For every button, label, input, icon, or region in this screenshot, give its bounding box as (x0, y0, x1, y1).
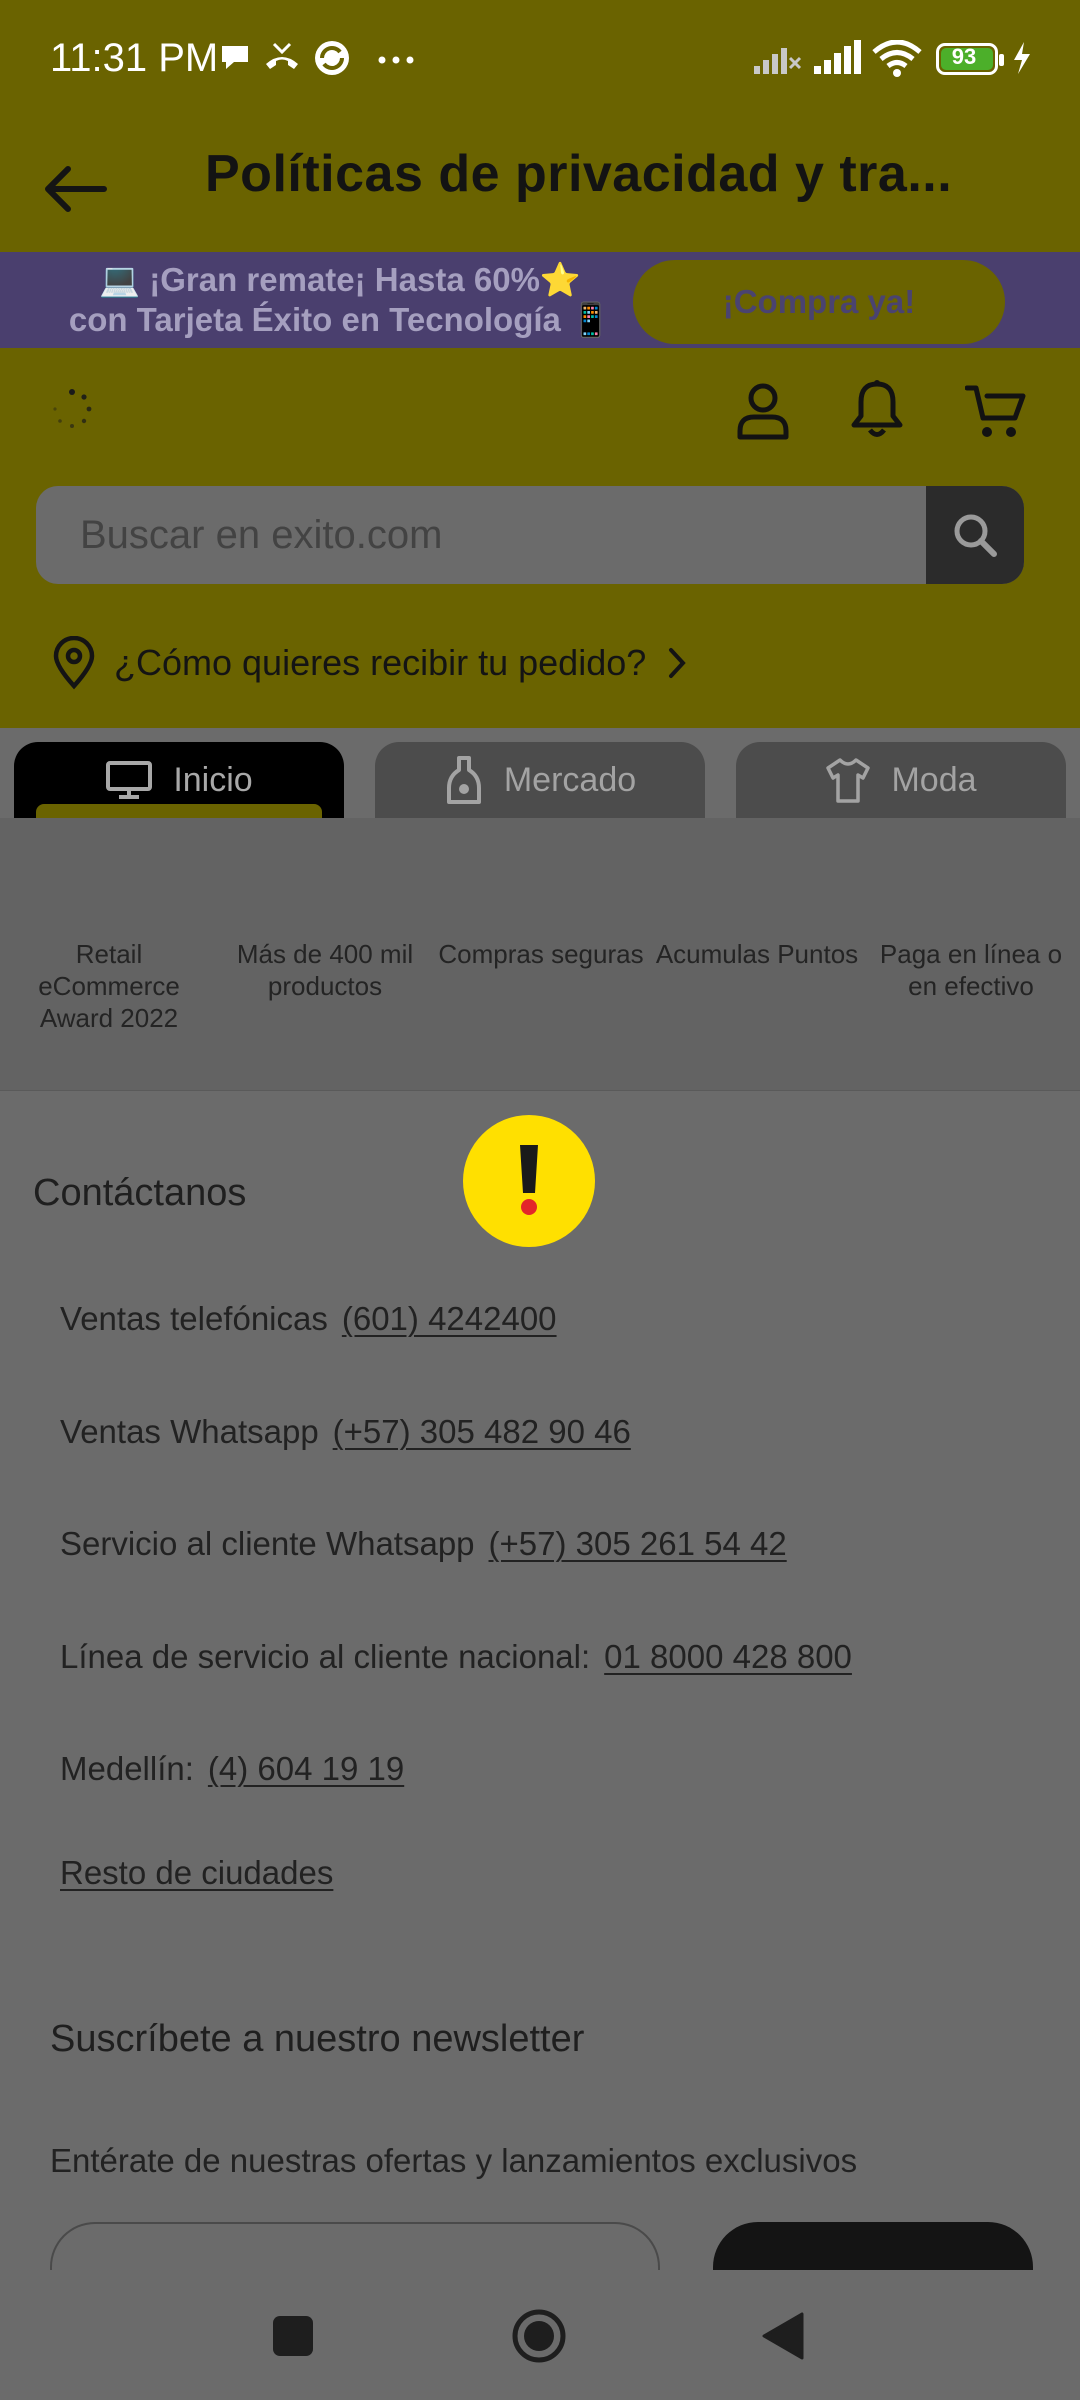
feature-award: Retail eCommerce Award 2022 (38, 939, 180, 1033)
no-signal-icon (754, 48, 802, 74)
contact-label: Servicio al cliente Whatsapp (60, 1525, 475, 1562)
feature-points: Acumulas Puntos (655, 939, 859, 969)
delivery-prompt: ¿Cómo quieres recibir tu pedido? (114, 642, 647, 683)
contact-title: Contáctanos (33, 1172, 247, 1214)
national-line-link[interactable]: 01 8000 428 800 (604, 1638, 852, 1675)
search-button[interactable] (926, 486, 1024, 584)
promo-line-2: con Tarjeta Éxito en Tecnología 📱 (68, 301, 612, 338)
contact-row-phone-sales: Ventas telefónicas (601) 4242400 (60, 1300, 557, 1338)
more-dots-icon (378, 56, 414, 64)
recents-square-icon[interactable] (272, 2315, 314, 2357)
contact-row-whatsapp-sales: Ventas Whatsapp (+57) 305 482 90 46 (60, 1413, 631, 1451)
features-strip: Retail eCommerce Award 2022 Más de 400 m… (0, 818, 1080, 1091)
contact-label: Ventas Whatsapp (60, 1413, 319, 1450)
user-icon[interactable] (735, 381, 791, 441)
rest-of-cities-row: Resto de ciudades (60, 1854, 333, 1892)
cart-icon[interactable] (965, 384, 1027, 440)
location-pin-icon (53, 636, 95, 690)
home-circle-icon[interactable] (511, 2308, 567, 2364)
contact-label: Medellín: (60, 1750, 194, 1787)
promo-banner[interactable]: 💻 ¡Gran remate¡ Hasta 60%⭐ con Tarjeta É… (0, 252, 1080, 348)
monitor-icon (106, 761, 153, 799)
loading-spinner-icon (53, 389, 92, 428)
contact-label: Ventas telefónicas (60, 1300, 328, 1337)
battery-icon: 93 (936, 43, 1004, 75)
medellin-phone-link[interactable]: (4) 604 19 19 (208, 1750, 404, 1787)
bottle-icon (446, 756, 481, 804)
tab-inicio[interactable]: Inicio (14, 742, 344, 818)
whatsapp-sales-link[interactable]: (+57) 305 482 90 46 (333, 1413, 631, 1450)
delivery-selector[interactable]: ¿Cómo quieres recibir tu pedido? (52, 633, 690, 693)
contact-row-national-line: Línea de servicio al cliente nacional: 01… (60, 1638, 852, 1676)
status-bar: 11:31 PM 93 (0, 0, 1080, 124)
promo-text: 💻 ¡Gran remate¡ Hasta 60%⭐ con Tarjeta É… (60, 260, 620, 340)
battery-level: 93 (951, 44, 977, 69)
search-input[interactable] (36, 486, 924, 584)
charging-icon (1014, 42, 1030, 74)
app-bar: Políticas de privacidad y tra... (0, 124, 1080, 252)
feature-products: Más de 400 mil productos (236, 939, 414, 1001)
arrow-left-icon[interactable] (40, 164, 110, 214)
category-tabs: Inicio Mercado Moda (0, 728, 1080, 818)
sync-app-icon (315, 41, 349, 75)
whatsapp-service-link[interactable]: (+57) 305 261 54 42 (489, 1525, 787, 1562)
back-triangle-icon[interactable] (762, 2312, 806, 2360)
contact-label: Línea de servicio al cliente nacional: (60, 1638, 591, 1675)
wifi-icon (872, 40, 922, 77)
feature-payment: Paga en línea o en efectivo (879, 939, 1063, 1001)
page-title: Políticas de privacidad y tra... (205, 145, 953, 203)
phone-link[interactable]: (601) 4242400 (342, 1300, 557, 1337)
missed-call-icon (266, 42, 298, 69)
chat-bubble-icon (222, 46, 248, 69)
bell-icon[interactable] (848, 378, 906, 442)
store-header: ¿Cómo quieres recibir tu pedido? (0, 348, 1080, 728)
status-time: 11:31 PM (50, 36, 219, 80)
search-icon (954, 514, 997, 557)
active-tab-indicator (36, 804, 322, 818)
newsletter-subtitle: Entérate de nuestras ofertas y lanzamien… (50, 2142, 858, 2179)
tab-moda[interactable]: Moda (736, 742, 1066, 818)
buy-now-button[interactable]: ¡Compra ya! (633, 260, 1005, 344)
search-bar (36, 486, 1024, 584)
chevron-right-icon (669, 648, 686, 678)
tab-label: Mercado (503, 760, 637, 799)
rest-of-cities-link[interactable]: Resto de ciudades (60, 1854, 333, 1891)
feature-secure: Compras seguras (438, 939, 644, 969)
contact-row-medellin: Medellín: (4) 604 19 19 (60, 1750, 404, 1788)
tab-label: Moda (891, 760, 977, 799)
warning-icon (463, 1115, 595, 1247)
shirt-icon (826, 758, 871, 803)
contact-row-whatsapp-service: Servicio al cliente Whatsapp (+57) 305 26… (60, 1525, 787, 1563)
newsletter-title: Suscríbete a nuestro newsletter (50, 2018, 585, 2060)
system-nav-bar (0, 2270, 1080, 2400)
tab-label: Inicio (173, 760, 253, 799)
tab-mercado[interactable]: Mercado (375, 742, 705, 818)
signal-icon (814, 40, 861, 74)
promo-line-1: 💻 ¡Gran remate¡ Hasta 60%⭐ (98, 261, 581, 298)
